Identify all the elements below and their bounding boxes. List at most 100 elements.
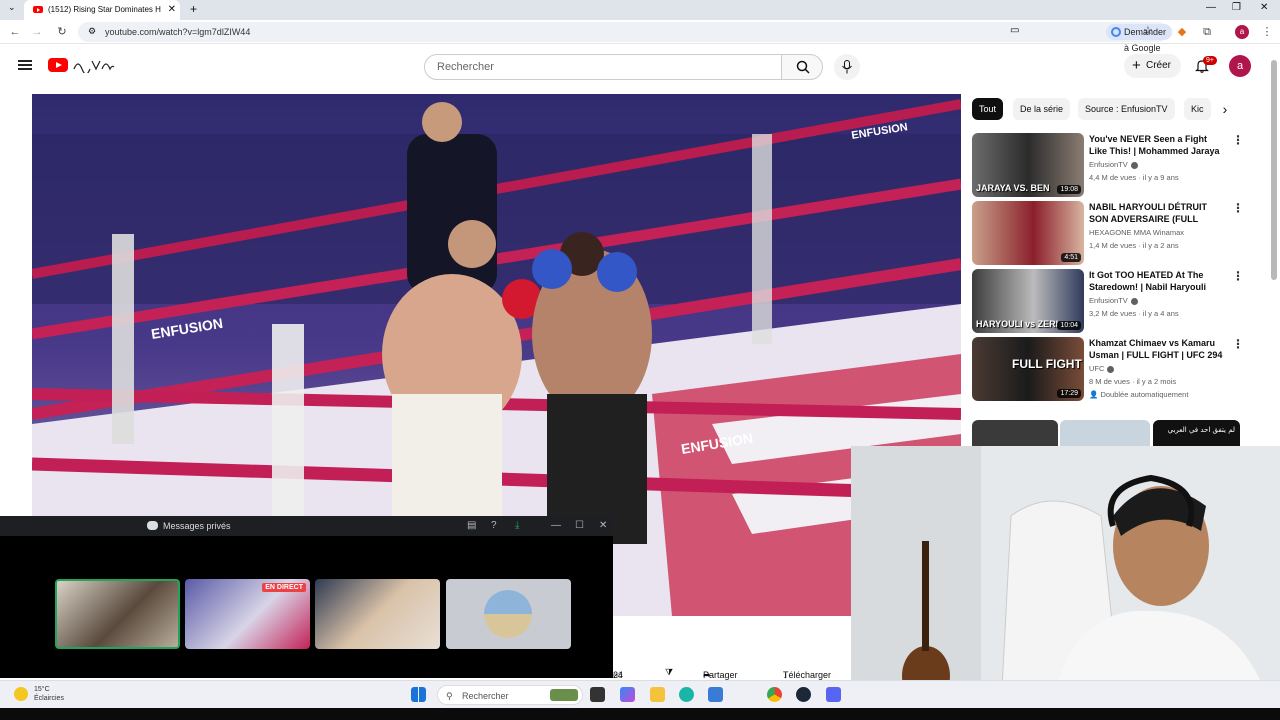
new-tab-button[interactable]: + (190, 2, 197, 16)
dislike-icon[interactable]: ⧩ (665, 667, 673, 678)
auto-dubbed-label: 👤 Doublée automatiquement (1089, 390, 1189, 399)
task-view-icon[interactable] (590, 687, 605, 702)
tab-close-icon[interactable]: ✕ (168, 0, 176, 20)
search-highlight-icon (550, 689, 578, 701)
browser-menu-icon[interactable]: ⋮ (1258, 23, 1276, 41)
video-thumbnail[interactable]: JARAYA VS. BEN 19:08 (972, 133, 1084, 197)
menu-hamburger-icon[interactable] (18, 60, 32, 70)
video-meta: 8 M de vues · il y a 2 mois (1089, 377, 1177, 386)
close-window-button[interactable]: ✕ (1260, 2, 1268, 13)
video-title[interactable]: NABIL HARYOULI DÉTRUIT SON ADVERSAIRE (F… (1089, 201, 1225, 225)
more-options-icon[interactable]: ⋮ (1232, 202, 1244, 214)
stream-tile[interactable]: EN DIRECT (185, 579, 310, 649)
file-explorer-icon[interactable] (650, 687, 665, 702)
recommendation-item[interactable]: HARYOULI vs ZERI 10:04 It Got TOO HEATED… (972, 269, 1250, 333)
filter-chips: Tout De la série Source : EnfusionTV Kic (972, 98, 1240, 120)
channel-name[interactable]: UFC (1089, 364, 1115, 373)
google-lens-icon (1111, 27, 1121, 37)
participant-tile[interactable] (55, 579, 180, 649)
video-meta: 4,4 M de vues · il y a 9 ans (1089, 173, 1179, 182)
inbox-icon[interactable]: ▤ (467, 516, 476, 536)
more-options-icon[interactable]: ⋮ (1232, 134, 1244, 146)
chips-next-chevron-icon[interactable]: › (1214, 98, 1236, 120)
maximize-icon[interactable]: ☐ (575, 516, 584, 536)
browser-tab-bar: ⌄ (1512) Rising Star Dominates H ✕ + — ❐… (0, 0, 1280, 20)
bookmark-star-icon[interactable]: ☆ (1143, 24, 1153, 37)
video-meta: 1,4 M de vues · il y a 2 ans (1089, 241, 1179, 250)
address-bar[interactable]: ⚙ youtube.com/watch?v=lgm7dlZIW44 ▭ Dema… (78, 22, 1173, 53)
browser-tab-active[interactable]: (1512) Rising Star Dominates H ✕ (24, 0, 180, 20)
extension-fox-icon[interactable]: ◆ (1173, 23, 1191, 41)
search-button[interactable] (781, 54, 823, 80)
tab-list-chevron-icon[interactable]: ⌄ (8, 2, 16, 13)
verified-icon (1130, 297, 1138, 305)
more-options-icon[interactable]: ⋮ (1232, 338, 1244, 350)
chip-series[interactable]: De la série (1013, 98, 1071, 120)
download-icon[interactable]: ⤓ (515, 516, 519, 536)
chip-all[interactable]: Tout (972, 98, 1004, 120)
video-thumbnail[interactable]: FULL FIGHT 17:29 (972, 337, 1084, 401)
recommendation-item[interactable]: 4:51 NABIL HARYOULI DÉTRUIT SON ADVERSAI… (972, 201, 1250, 265)
windows-start-icon[interactable] (411, 687, 426, 702)
weather-temperature: 15°C (34, 686, 50, 693)
close-icon[interactable]: ✕ (599, 516, 607, 536)
more-options-icon[interactable]: ⋮ (1232, 270, 1244, 282)
weather-widget[interactable]: 15°C Éclaircies (14, 685, 64, 703)
video-title[interactable]: Khamzat Chimaev vs Kamaru Usman | FULL F… (1089, 337, 1225, 361)
youtube-header: Rechercher + Créer 9+ a (0, 45, 1270, 89)
channel-name[interactable]: EnfusionTV (1089, 296, 1138, 305)
voice-search-button[interactable] (834, 54, 860, 80)
search-icon: ⚲ (446, 691, 453, 701)
video-thumbnail[interactable]: لم يتفق احد في العربي (1153, 420, 1240, 446)
recommendation-item[interactable]: JARAYA VS. BEN 19:08 You've NEVER Seen a… (972, 133, 1250, 197)
steam-icon[interactable] (796, 687, 811, 702)
reload-icon[interactable]: ↻ (53, 23, 71, 41)
create-button[interactable]: + Créer (1124, 54, 1182, 78)
forward-arrow-icon[interactable]: → (28, 23, 46, 41)
restore-window-button[interactable]: ❐ (1232, 2, 1241, 13)
chrome-icon[interactable] (767, 687, 782, 702)
duration-badge: 19:08 (1057, 185, 1081, 194)
extensions-puzzle-icon[interactable]: ⧉ (1198, 23, 1216, 41)
site-info-icon[interactable]: ⚙ (88, 26, 96, 37)
partly-sunny-icon (14, 687, 28, 701)
ask-google-button[interactable]: Demander à Google (1106, 24, 1173, 53)
channel-name[interactable]: EnfusionTV (1089, 160, 1138, 169)
edge-icon[interactable] (679, 687, 694, 702)
bottom-edge (0, 708, 1280, 720)
help-icon[interactable]: ? (491, 516, 497, 536)
minimize-window-button[interactable]: — (1206, 2, 1216, 13)
video-title[interactable]: It Got TOO HEATED At The Staredown! | Na… (1089, 269, 1225, 293)
copilot-icon[interactable] (620, 687, 635, 702)
youtube-doodle-icon[interactable] (72, 57, 116, 73)
youtube-logo-icon[interactable] (48, 58, 68, 72)
discord-logo-icon (147, 521, 158, 530)
tab-title: (1512) Rising Star Dominates H (48, 5, 161, 14)
participant-tile[interactable] (315, 579, 440, 649)
microphone-icon (842, 60, 852, 74)
discord-overlay-window: Messages privés ▤ ? ⤓ — ☐ ✕ EN DIRECT (0, 516, 613, 678)
search-input[interactable]: Rechercher (424, 54, 782, 80)
video-thumbnail[interactable] (972, 420, 1058, 446)
duration-badge: 17:29 (1057, 389, 1081, 398)
discord-icon[interactable] (826, 687, 841, 702)
taskbar-search-input[interactable]: ⚲ Rechercher (437, 685, 583, 705)
store-icon[interactable] (708, 687, 723, 702)
cast-icon[interactable]: ▭ (1010, 25, 1019, 36)
page-scrollbar[interactable] (1271, 60, 1277, 280)
chip-source[interactable]: Source : EnfusionTV (1078, 98, 1175, 120)
video-title[interactable]: You've NEVER Seen a Fight Like This! | M… (1089, 133, 1225, 157)
channel-name[interactable]: HEXAGONE MMA Winamax (1089, 228, 1184, 237)
video-thumbnail[interactable]: HARYOULI vs ZERI 10:04 (972, 269, 1084, 333)
youtube-account-avatar[interactable]: a (1229, 55, 1251, 77)
back-arrow-icon[interactable]: ← (6, 23, 24, 41)
chip-kick[interactable]: Kic (1184, 98, 1211, 120)
browser-profile-avatar[interactable]: a (1235, 25, 1249, 39)
participant-tile[interactable] (446, 579, 571, 649)
recommendation-item[interactable]: FULL FIGHT 17:29 Khamzat Chimaev vs Kama… (972, 337, 1250, 401)
minimize-icon[interactable]: — (551, 516, 561, 536)
dubbing-icon: 👤 (1089, 390, 1101, 399)
video-thumbnail[interactable] (1060, 420, 1150, 446)
verified-icon (1130, 161, 1138, 169)
video-thumbnail[interactable]: 4:51 (972, 201, 1084, 265)
